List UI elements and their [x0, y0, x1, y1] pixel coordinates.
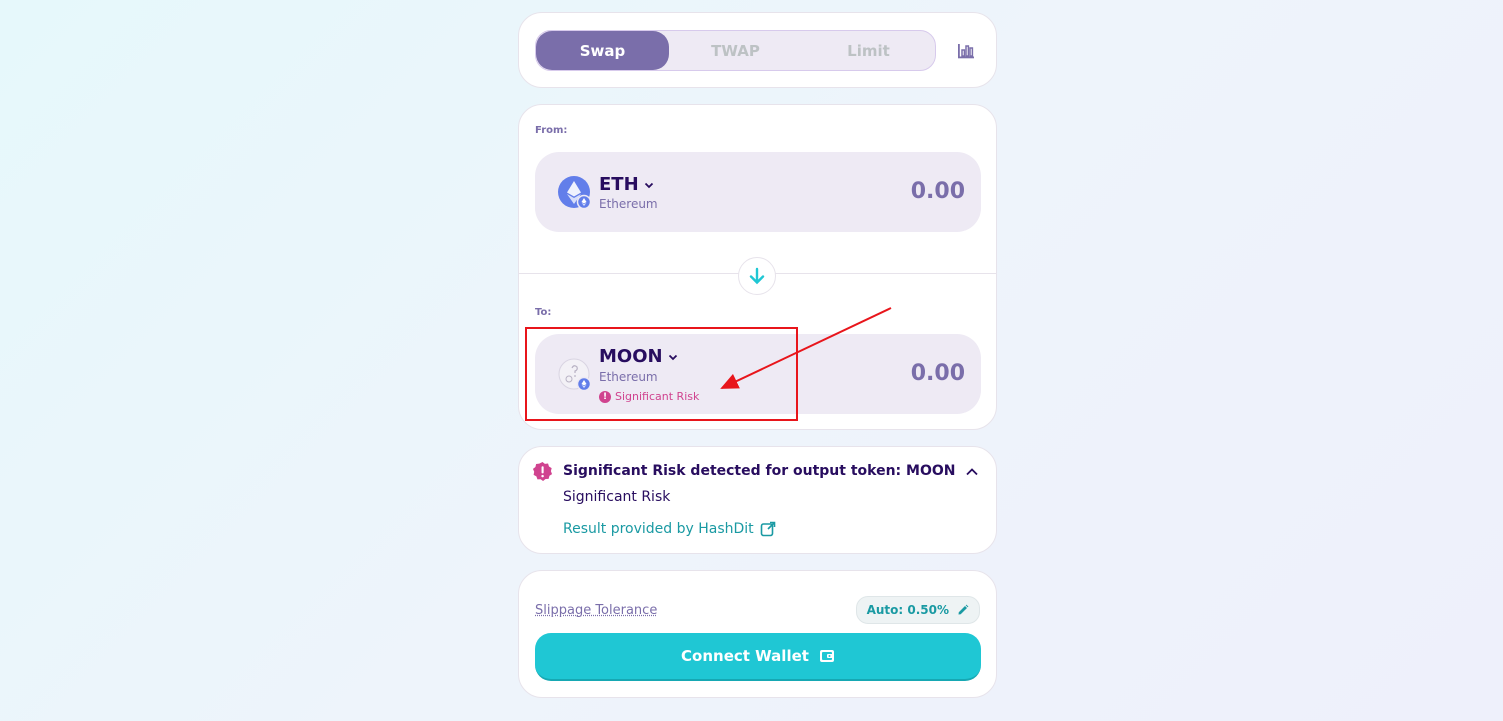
slippage-value: Auto: 0.50% [866, 603, 949, 617]
risk-level: Significant Risk [563, 489, 671, 505]
from-label: From: [535, 125, 568, 136]
external-link-icon [760, 521, 775, 537]
tab-swap[interactable]: Swap [536, 31, 669, 70]
switch-tokens-button[interactable] [738, 257, 776, 295]
wallet-icon [819, 650, 834, 662]
settings-card: Slippage Tolerance Auto: 0.50% Connect W… [518, 570, 997, 698]
warning-badge-icon [532, 461, 553, 482]
from-token-box: ETH Ethereum 0.00 [535, 152, 981, 232]
pencil-icon [958, 604, 969, 615]
risk-title: Significant Risk detected for output tok… [563, 463, 956, 479]
slippage-value-button[interactable]: Auto: 0.50% [855, 596, 980, 624]
connect-wallet-label: Connect Wallet [681, 647, 809, 665]
from-token-selector[interactable]: ETH [599, 174, 655, 195]
tab-limit[interactable]: Limit [802, 31, 935, 70]
trade-mode-card: Swap TWAP Limit [518, 12, 997, 88]
hashdit-link[interactable]: Result provided by HashDit [563, 521, 776, 537]
arrow-down-icon [749, 267, 765, 285]
from-token-symbol: ETH [599, 174, 639, 195]
from-amount-input[interactable]: 0.00 [765, 179, 965, 204]
chevron-up-icon[interactable] [965, 465, 979, 479]
from-token-network: Ethereum [599, 197, 658, 211]
slippage-tolerance-label[interactable]: Slippage Tolerance [535, 603, 657, 618]
tab-twap[interactable]: TWAP [669, 31, 802, 70]
connect-wallet-button[interactable]: Connect Wallet [535, 633, 981, 681]
trade-mode-tabs: Swap TWAP Limit [535, 30, 936, 71]
ethereum-icon [558, 176, 592, 210]
risk-warning-card: Significant Risk detected for output tok… [518, 446, 997, 554]
chevron-down-icon [644, 182, 653, 188]
hashdit-link-label: Result provided by HashDit [563, 521, 754, 537]
to-label: To: [535, 307, 552, 318]
annotation-arrow-icon [720, 307, 892, 389]
bar-chart-icon[interactable] [956, 41, 976, 61]
